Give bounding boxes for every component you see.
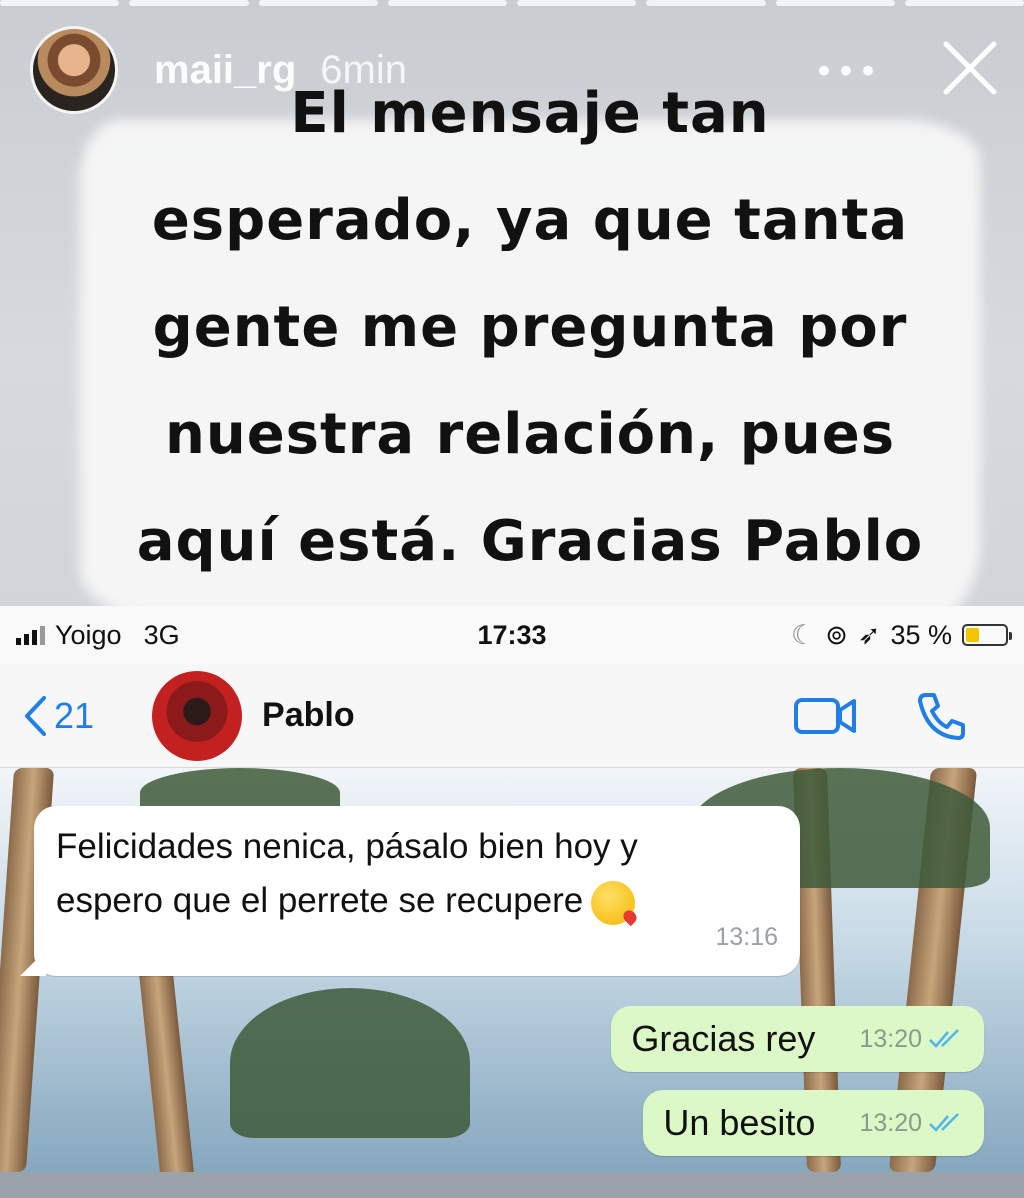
progress-segment — [258, 0, 378, 6]
contact-avatar[interactable] — [152, 670, 243, 761]
caption-line: esperado, ya que tanta — [151, 188, 909, 253]
carrier-name: Yoigo — [55, 619, 122, 650]
video-call-icon[interactable] — [794, 696, 858, 736]
message-text: Un besito — [663, 1102, 816, 1143]
message-text-line2: espero que el perrete se recupere — [56, 874, 778, 928]
outgoing-message[interactable]: Gracias rey 13:20 — [611, 1006, 984, 1072]
progress-segment — [646, 0, 766, 6]
message-time: 13:20 — [859, 1109, 964, 1138]
call-actions — [794, 691, 966, 741]
battery-fill — [966, 628, 980, 642]
incoming-message[interactable]: Felicidades nenica, pásalo bien hoy y es… — [34, 806, 800, 976]
chat-header: 21 Pablo — [0, 664, 1024, 768]
progress-segment — [775, 0, 895, 6]
progress-segment — [904, 0, 1024, 6]
progress-segment — [387, 0, 507, 6]
wallpaper-palm — [138, 968, 196, 1172]
moon-icon: ☾ — [790, 619, 816, 650]
phone-call-icon[interactable] — [916, 691, 966, 741]
caption-text: El mensaje tan esperado, ya que tanta ge… — [80, 60, 980, 595]
network-type: 3G — [143, 619, 180, 650]
message-time-text: 13:20 — [859, 1024, 922, 1053]
message-text: Gracias rey — [631, 1018, 816, 1059]
message-time: 13:20 — [859, 1025, 964, 1054]
back-button[interactable]: 21 — [22, 695, 94, 737]
progress-segment — [517, 0, 637, 6]
outgoing-message[interactable]: Un besito 13:20 — [643, 1090, 984, 1156]
battery-icon — [962, 624, 1012, 646]
read-receipt-icon — [929, 1029, 959, 1048]
status-bar: Yoigo 3G 17:33 ☾ ⊚ ➶ 35 % — [0, 606, 1024, 664]
rotation-lock-icon: ⊚ — [825, 619, 848, 650]
kiss-emoji-icon — [591, 880, 636, 925]
message-text: espero que el perrete se recupere — [56, 881, 584, 920]
contact-name[interactable]: Pablo — [262, 696, 355, 735]
location-icon: ➶ — [857, 619, 881, 650]
read-receipt-icon — [929, 1113, 959, 1132]
wallpaper-palm — [230, 988, 470, 1138]
progress-segment — [129, 0, 249, 6]
story-caption: El mensaje tan esperado, ya que tanta ge… — [80, 60, 980, 620]
caption-line: nuestra relación, pues — [164, 402, 896, 467]
story-bottom-edge — [0, 1172, 1024, 1198]
message-time: 13:16 — [715, 923, 778, 951]
progress-segment — [0, 0, 120, 6]
message-text: Felicidades nenica, pásalo bien hoy y — [56, 827, 638, 866]
message-time-text: 13:20 — [859, 1108, 922, 1137]
chevron-left-icon — [25, 695, 46, 736]
caption-line: El mensaje tan — [290, 81, 770, 146]
unread-count: 21 — [54, 694, 95, 736]
story-progress-bar — [0, 0, 1024, 8]
whatsapp-screenshot: Yoigo 3G 17:33 ☾ ⊚ ➶ 35 % 21 Pablo Felic… — [0, 606, 1024, 1172]
caption-line: gente me pregunta por — [152, 295, 908, 360]
battery-percent: 35 % — [890, 619, 952, 650]
status-icons: ☾ ⊚ ➶ 35 % — [790, 619, 1012, 651]
caption-line: aquí está. Gracias Pablo — [136, 509, 924, 574]
signal-icon — [16, 625, 45, 645]
